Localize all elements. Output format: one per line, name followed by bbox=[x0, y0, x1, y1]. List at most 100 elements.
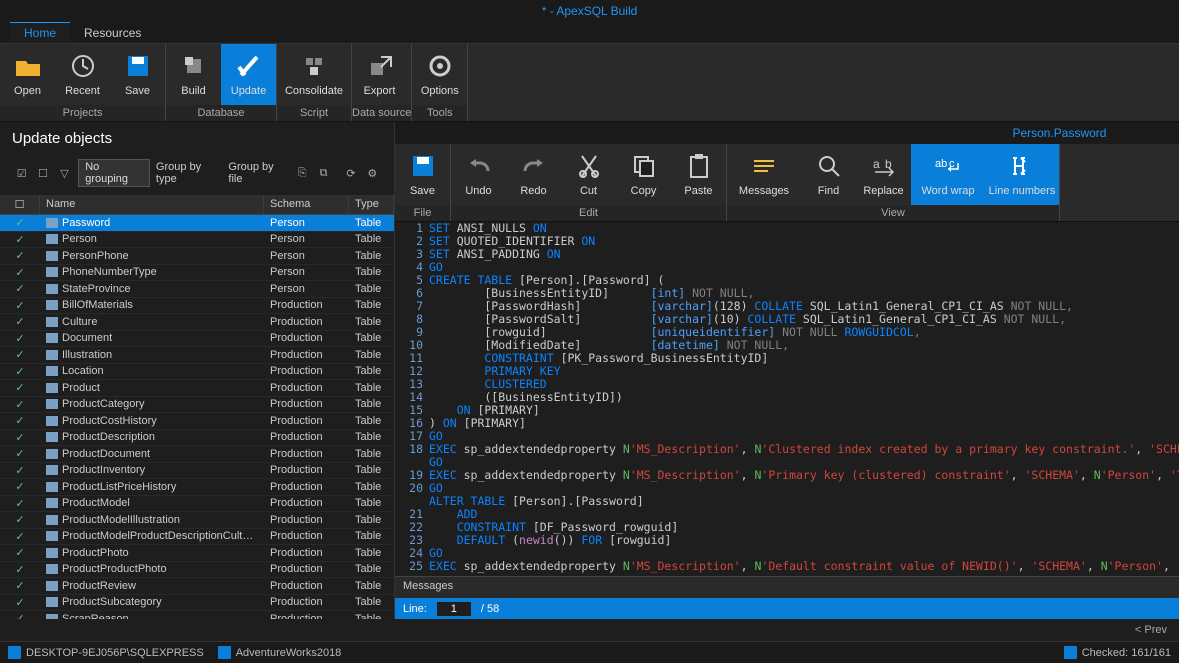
table-row[interactable]: ✓CultureProductionTable bbox=[0, 314, 394, 331]
row-checked-icon[interactable]: ✓ bbox=[14, 217, 26, 229]
ribbon-recent[interactable]: Recent bbox=[55, 44, 110, 105]
row-checked-icon[interactable]: ✓ bbox=[14, 382, 26, 394]
open-icon bbox=[14, 52, 42, 80]
ribbon-save[interactable]: Save bbox=[110, 44, 165, 105]
table-row[interactable]: ✓ProductProductPhotoProductionTable bbox=[0, 562, 394, 579]
filter-icon[interactable]: ▽ bbox=[57, 166, 72, 180]
settings-icon[interactable]: ⚙ bbox=[365, 166, 380, 180]
ribbon-build[interactable]: Build bbox=[166, 44, 221, 105]
table-row[interactable]: ✓PersonPersonTable bbox=[0, 232, 394, 249]
row-checked-icon[interactable]: ✓ bbox=[14, 349, 26, 361]
copy-list-icon[interactable]: ⎘ bbox=[294, 166, 309, 180]
editor-tab-title[interactable]: Person.Password bbox=[1012, 126, 1106, 140]
code-text[interactable]: SET ANSI_NULLS ONSET QUOTED_IDENTIFIER O… bbox=[429, 222, 1179, 576]
prev-button[interactable]: < Prev bbox=[1135, 624, 1167, 636]
col-check[interactable]: ☐ bbox=[0, 195, 40, 214]
row-checked-icon[interactable]: ✓ bbox=[14, 316, 26, 328]
ribbon-export[interactable]: Export bbox=[352, 44, 407, 105]
col-schema[interactable]: Schema bbox=[264, 195, 349, 214]
row-checked-icon[interactable]: ✓ bbox=[14, 497, 26, 509]
table-row[interactable]: ✓ProductDescriptionProductionTable bbox=[0, 430, 394, 447]
table-row[interactable]: ✓ProductModelProductionTable bbox=[0, 496, 394, 513]
ribbon-consolidate[interactable]: Consolidate bbox=[277, 44, 351, 105]
statusbar: DESKTOP-9EJ056P\SQLEXPRESS AdventureWork… bbox=[0, 641, 1179, 663]
save-icon bbox=[409, 152, 437, 180]
table-row[interactable]: ✓BillOfMaterialsProductionTable bbox=[0, 298, 394, 315]
table-row[interactable]: ✓ProductDocumentProductionTable bbox=[0, 446, 394, 463]
table-row[interactable]: ✓ProductReviewProductionTable bbox=[0, 578, 394, 595]
copy-icon bbox=[630, 152, 658, 180]
table-row[interactable]: ✓ScrapReasonProductionTable bbox=[0, 611, 394, 619]
row-checked-icon[interactable]: ✓ bbox=[14, 547, 26, 559]
ribbon-update[interactable]: Update bbox=[221, 44, 276, 105]
row-checked-icon[interactable]: ✓ bbox=[14, 448, 26, 460]
editor-ribbon-redo[interactable]: Redo bbox=[506, 144, 561, 205]
row-checked-icon[interactable]: ✓ bbox=[14, 481, 26, 493]
row-checked-icon[interactable]: ✓ bbox=[14, 514, 26, 526]
check-all-icon[interactable]: ☑ bbox=[14, 166, 29, 180]
group-by-file[interactable]: Group by file bbox=[228, 161, 288, 185]
line-input[interactable] bbox=[437, 602, 471, 616]
row-checked-icon[interactable]: ✓ bbox=[14, 250, 26, 262]
editor-ribbon-replace[interactable]: abReplace bbox=[856, 144, 911, 205]
table-row[interactable]: ✓PasswordPersonTable bbox=[0, 215, 394, 232]
table-row[interactable]: ✓ProductSubcategoryProductionTable bbox=[0, 595, 394, 612]
editor-ribbon-copy[interactable]: Copy bbox=[616, 144, 671, 205]
group-by-type[interactable]: Group by type bbox=[156, 161, 223, 185]
tab-resources[interactable]: Resources bbox=[70, 23, 155, 43]
table-row[interactable]: ✓StateProvincePersonTable bbox=[0, 281, 394, 298]
row-checked-icon[interactable]: ✓ bbox=[14, 332, 26, 344]
reorder-icon[interactable]: ⧉ bbox=[316, 166, 331, 180]
row-checked-icon[interactable]: ✓ bbox=[14, 464, 26, 476]
table-row[interactable]: ✓PersonPhonePersonTable bbox=[0, 248, 394, 265]
row-checked-icon[interactable]: ✓ bbox=[14, 283, 26, 295]
row-checked-icon[interactable]: ✓ bbox=[14, 563, 26, 575]
row-checked-icon[interactable]: ✓ bbox=[14, 596, 26, 608]
server-status: DESKTOP-9EJ056P\SQLEXPRESS bbox=[8, 646, 204, 659]
ribbon-open[interactable]: Open bbox=[0, 44, 55, 105]
col-type[interactable]: Type bbox=[349, 195, 394, 214]
table-row[interactable]: ✓ProductCategoryProductionTable bbox=[0, 397, 394, 414]
table-row[interactable]: ✓LocationProductionTable bbox=[0, 364, 394, 381]
editor-tabbar: Person.Password bbox=[395, 122, 1179, 144]
editor-ribbon-messages[interactable]: Messages bbox=[727, 144, 801, 205]
table-row[interactable]: ✓ProductModelIllustrationProductionTable bbox=[0, 512, 394, 529]
row-checked-icon[interactable]: ✓ bbox=[14, 266, 26, 278]
row-checked-icon[interactable]: ✓ bbox=[14, 233, 26, 245]
table-icon bbox=[46, 449, 58, 459]
row-checked-icon[interactable]: ✓ bbox=[14, 415, 26, 427]
row-checked-icon[interactable]: ✓ bbox=[14, 580, 26, 592]
row-checked-icon[interactable]: ✓ bbox=[14, 530, 26, 542]
col-name[interactable]: Name bbox=[40, 195, 264, 214]
row-checked-icon[interactable]: ✓ bbox=[14, 365, 26, 377]
row-checked-icon[interactable]: ✓ bbox=[14, 431, 26, 443]
table-row[interactable]: ✓IllustrationProductionTable bbox=[0, 347, 394, 364]
ribbon-options[interactable]: Options bbox=[412, 44, 467, 105]
row-checked-icon[interactable]: ✓ bbox=[14, 299, 26, 311]
table-row[interactable]: ✓ProductPhotoProductionTable bbox=[0, 545, 394, 562]
editor-ribbon-paste[interactable]: Paste bbox=[671, 144, 726, 205]
table-row[interactable]: ✓ProductModelProductDescriptionCulturePr… bbox=[0, 529, 394, 546]
editor-ribbon-word-wrap[interactable]: abcWord wrap bbox=[911, 144, 985, 205]
refresh-icon[interactable]: ⟳ bbox=[343, 166, 358, 180]
table-row[interactable]: ✓ProductProductionTable bbox=[0, 380, 394, 397]
editor-ribbon-save[interactable]: Save bbox=[395, 144, 450, 205]
messages-panel[interactable]: Messages bbox=[395, 576, 1179, 598]
table-icon bbox=[46, 267, 58, 277]
table-row[interactable]: ✓ProductListPriceHistoryProductionTable bbox=[0, 479, 394, 496]
titlebar: * - ApexSQL Build bbox=[0, 0, 1179, 22]
table-row[interactable]: ✓DocumentProductionTable bbox=[0, 331, 394, 348]
editor-ribbon-cut[interactable]: Cut bbox=[561, 144, 616, 205]
grouping-dropdown[interactable]: No grouping bbox=[78, 159, 150, 187]
uncheck-all-icon[interactable]: ☐ bbox=[35, 166, 50, 180]
code-editor[interactable]: 1234567891011121314151617181920212223242… bbox=[395, 222, 1179, 576]
editor-ribbon-line-numbers[interactable]: Line numbers bbox=[985, 144, 1059, 205]
table-row[interactable]: ✓ProductCostHistoryProductionTable bbox=[0, 413, 394, 430]
table-row[interactable]: ✓ProductInventoryProductionTable bbox=[0, 463, 394, 480]
row-checked-icon[interactable]: ✓ bbox=[14, 398, 26, 410]
table-icon bbox=[46, 432, 58, 442]
editor-ribbon-find[interactable]: Find bbox=[801, 144, 856, 205]
editor-ribbon-undo[interactable]: Undo bbox=[451, 144, 506, 205]
tab-home[interactable]: Home bbox=[10, 22, 70, 43]
table-row[interactable]: ✓PhoneNumberTypePersonTable bbox=[0, 265, 394, 282]
